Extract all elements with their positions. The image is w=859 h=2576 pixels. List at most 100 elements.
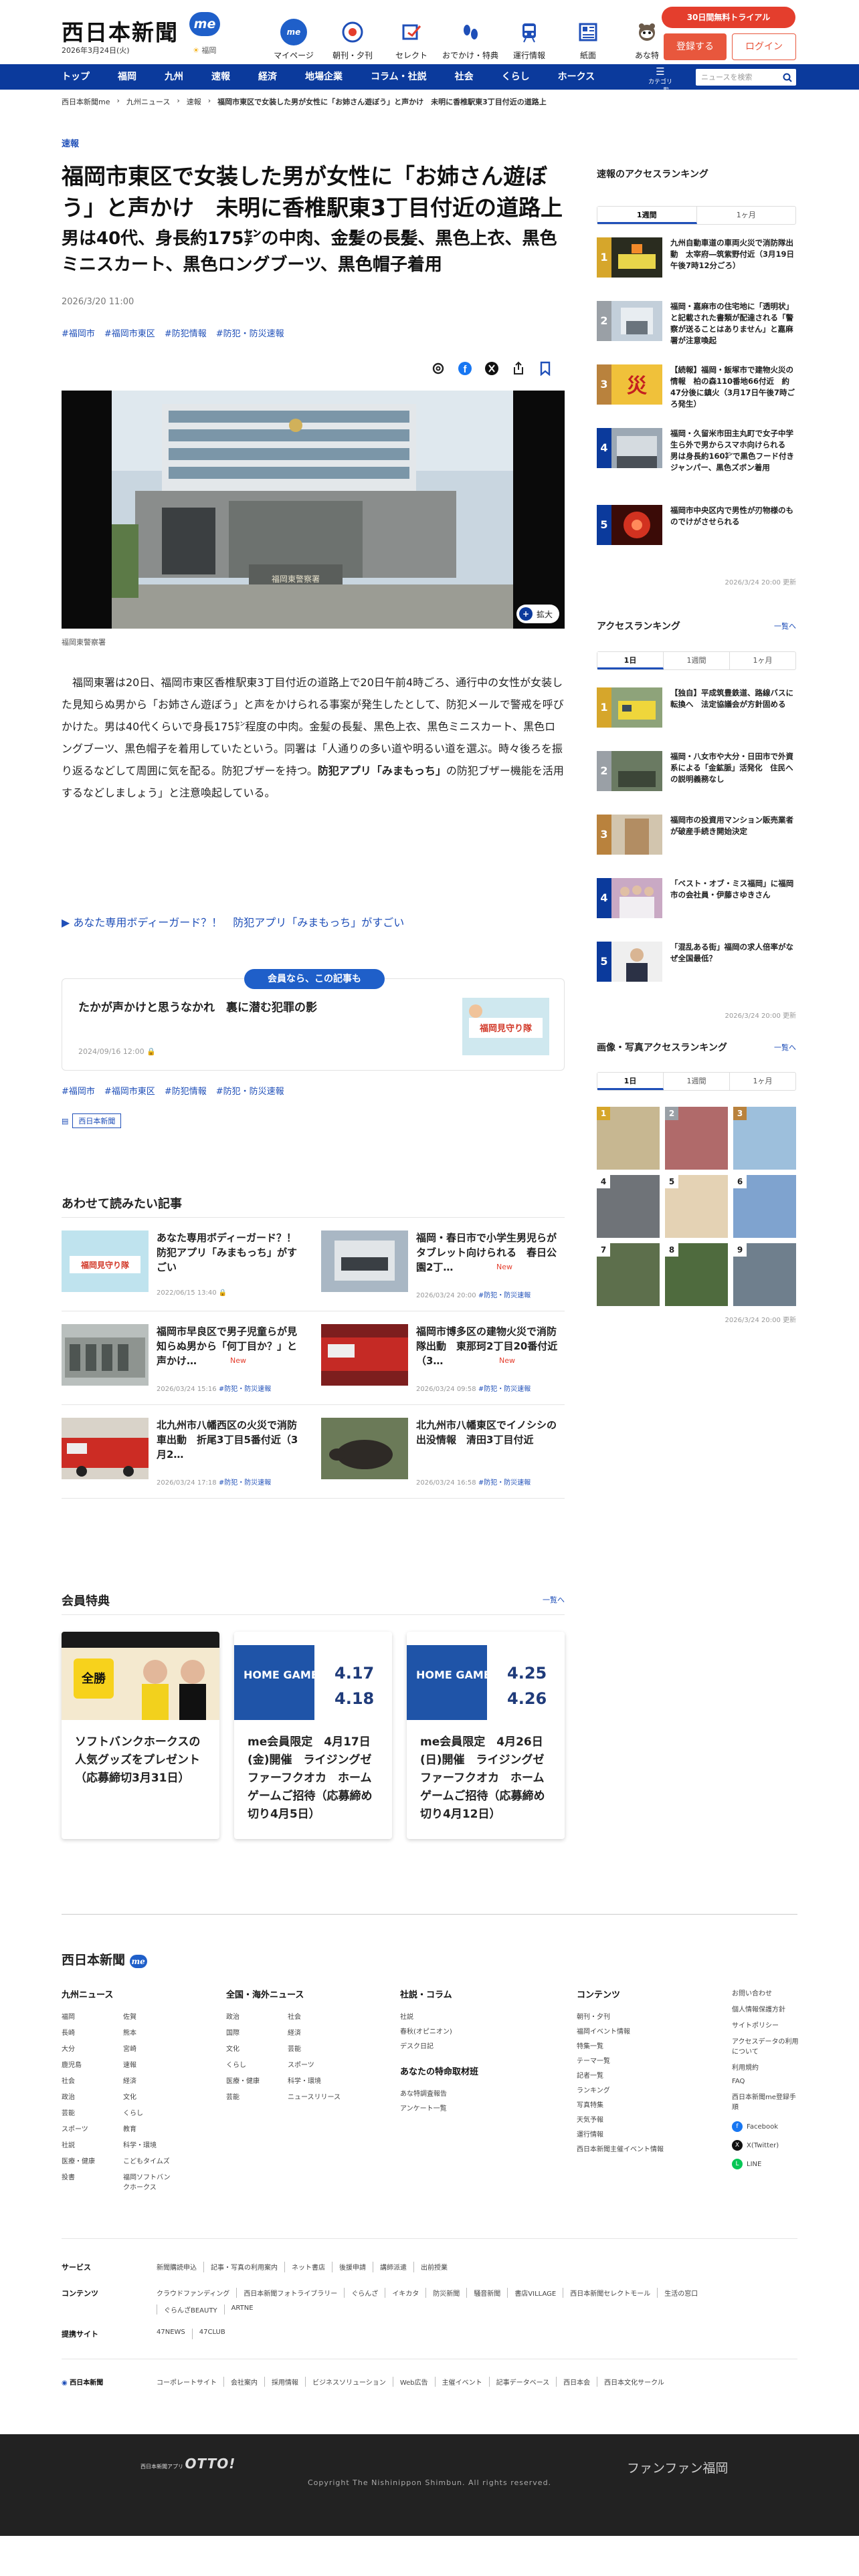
- footer-link[interactable]: アンケート一覧: [400, 2103, 478, 2117]
- footer-link[interactable]: 医療・健康: [226, 2075, 288, 2085]
- footer-partner-link[interactable]: 47NEWS: [157, 2329, 192, 2339]
- facebook-icon[interactable]: f: [458, 361, 472, 376]
- photo-tile[interactable]: 2: [665, 1107, 728, 1170]
- footer-link[interactable]: 宮崎: [123, 2043, 177, 2053]
- tab-week[interactable]: 1週間: [597, 207, 697, 224]
- footer-link[interactable]: くらし: [123, 2107, 177, 2117]
- ranking-item[interactable]: 5 「混乱ある街」福岡の求人倍率がなぜ全国最低？: [597, 942, 796, 990]
- tag-link[interactable]: #防犯・防災速報: [216, 326, 284, 339]
- tab-month[interactable]: 1ヶ月: [697, 207, 796, 224]
- related-item[interactable]: 北九州市八幡東区でイノシシの出没情報 清田3丁目付近 2026/03/24 16…: [321, 1418, 563, 1491]
- bookmark-icon[interactable]: [538, 361, 553, 376]
- footer-link[interactable]: こどもタイムズ: [123, 2155, 177, 2165]
- tag-link[interactable]: #防犯情報: [165, 1084, 207, 1097]
- tag-link[interactable]: #福岡市: [62, 1084, 95, 1097]
- threads-icon[interactable]: [431, 361, 446, 376]
- footer-link[interactable]: ランキング: [577, 2084, 664, 2099]
- photo-tile[interactable]: 7: [597, 1243, 660, 1306]
- footer-link[interactable]: 政治: [226, 2011, 288, 2021]
- footer-link[interactable]: 鹿児島: [62, 2059, 123, 2069]
- footer-content-link[interactable]: 書店VILLAGE: [507, 2288, 563, 2298]
- footer-link[interactable]: 科学・環境: [123, 2139, 177, 2149]
- crumb-home[interactable]: 西日本新聞me: [62, 96, 110, 107]
- footer-content-link[interactable]: 西日本新聞フォトライブラリー: [236, 2288, 344, 2298]
- login-button[interactable]: ログイン: [732, 33, 796, 60]
- footer-link[interactable]: お問い合わせ: [732, 1988, 799, 1998]
- footer-company-link[interactable]: コーポレートサイト: [157, 2377, 223, 2387]
- perk-card[interactable]: HOME GAME 4.17 4.18 me会員限定 4月17日(金)開催 ライジン…: [234, 1632, 392, 1839]
- footer-link[interactable]: 社会: [62, 2075, 123, 2085]
- footer-link[interactable]: サイトポリシー: [732, 2020, 799, 2030]
- ranking-item[interactable]: 3 災【続報】福岡・飯塚市で建物火災の情報 柏の森110番地66付近 約47分後に…: [597, 364, 796, 413]
- crumb-sokuho[interactable]: 速報: [187, 96, 201, 107]
- related-item[interactable]: 福岡市早良区で男子児童らが見知らぬ男から「何丁目か？」と声かけ… 2026/03…: [62, 1324, 304, 1398]
- footer-link[interactable]: 芸能: [288, 2043, 341, 2053]
- footer-link[interactable]: 福岡イベント情報: [577, 2026, 664, 2040]
- related-link[interactable]: ▶ あなた専用ボディーガード？！ 防犯アプリ「みまもっち」がすごい: [62, 914, 404, 930]
- ranking-item[interactable]: 2 福岡・嘉麻市の住宅地に「透明状」と記載された書類が配達される「警察が送ることは…: [597, 301, 796, 349]
- access-more-link[interactable]: 一覧へ: [774, 621, 796, 631]
- nav-shimen[interactable]: 紙面: [559, 19, 617, 61]
- footer-link[interactable]: 特集一覧: [577, 2040, 664, 2055]
- footer-company-link[interactable]: 西日本会: [556, 2377, 597, 2387]
- nav-hawks[interactable]: ホークス: [558, 64, 609, 90]
- footer-company-link[interactable]: 主催イベント: [434, 2377, 489, 2387]
- footer-content-link[interactable]: 西日本新聞セレクトモール: [563, 2288, 657, 2298]
- footer-link[interactable]: 記者一覧: [577, 2070, 664, 2084]
- tag-link[interactable]: #福岡市東区: [104, 326, 155, 339]
- perks-more-link[interactable]: 一覧へ: [543, 1594, 565, 1605]
- search-icon[interactable]: [783, 72, 792, 88]
- footer-service-link[interactable]: 新聞購読申込: [157, 2262, 203, 2272]
- nav-keizai[interactable]: 経済: [258, 64, 290, 90]
- ranking-item[interactable]: 1 【独自】平成筑豊鉄道、路線バスに転換へ 法定協議会が方針固める: [597, 687, 796, 736]
- nav-top[interactable]: トップ: [62, 64, 103, 90]
- footer-link[interactable]: テーマ一覧: [577, 2055, 664, 2070]
- footer-service-link[interactable]: 記事・写真の利用案内: [203, 2262, 284, 2272]
- footer-link[interactable]: 天気予報: [577, 2114, 664, 2129]
- ranking-item[interactable]: 2 福岡・八女市や大分・日田市で外資系による「金鉱脈」活発化 住民への説明義務なし: [597, 751, 796, 799]
- footer-link[interactable]: 長崎: [62, 2027, 123, 2037]
- trial-button[interactable]: 30日間無料トライアル: [662, 7, 795, 28]
- nav-transit[interactable]: 運行情報: [500, 19, 559, 61]
- otto-logo[interactable]: 西日本新聞アプリ OTTO!: [140, 2456, 235, 2472]
- footer-logo[interactable]: 西日本新聞 me: [62, 1950, 147, 1968]
- nav-odekake[interactable]: おでかけ・特典: [441, 19, 500, 61]
- footer-link[interactable]: 西日本新聞me登録手順: [732, 2091, 799, 2111]
- facebook-link[interactable]: f Facebook: [732, 2117, 799, 2136]
- photo-tile[interactable]: 3: [733, 1107, 796, 1170]
- site-logo[interactable]: 西日本新聞: [62, 15, 179, 47]
- footer-service-link[interactable]: 講師派遣: [373, 2262, 413, 2272]
- nav-kurashi[interactable]: くらし: [502, 64, 543, 90]
- tab-day[interactable]: 1日: [597, 1073, 664, 1090]
- company-logo[interactable]: ◉ 西日本新聞: [62, 2377, 157, 2387]
- photo-tile[interactable]: 4: [597, 1175, 660, 1238]
- x-link[interactable]: X X(Twitter): [732, 2136, 799, 2155]
- zoom-button[interactable]: + 拡大: [516, 605, 559, 623]
- ranking-item[interactable]: 4 「ベスト・オブ・ミス福岡」に福岡市の会社員・伊藤さゆきさん: [597, 878, 796, 926]
- footer-company-link[interactable]: 会社案内: [223, 2377, 264, 2387]
- related-item[interactable]: 福岡見守り隊 あなた専用ボディーガード？！ 防犯アプリ「みまもっち」がすごい 2…: [62, 1230, 306, 1304]
- footer-link[interactable]: FAQ: [732, 2078, 799, 2085]
- footer-content-link[interactable]: イキカタ: [385, 2288, 425, 2298]
- photo-tile[interactable]: 9: [733, 1243, 796, 1306]
- tab-month[interactable]: 1ヶ月: [730, 1073, 795, 1090]
- ranking-item[interactable]: 4 福岡・久留米市田主丸町で女子中学生ら外で男からスマホ向けられる 男は身長約16…: [597, 428, 796, 476]
- upload-share-icon[interactable]: [511, 361, 526, 376]
- nav-kyushu[interactable]: 九州: [165, 64, 197, 90]
- related-item[interactable]: 福岡市博多区の建物火災で消防隊出動 東那珂2丁目20番付近（3… 2026/03…: [321, 1324, 563, 1398]
- photo-tile[interactable]: 1: [597, 1107, 660, 1170]
- perk-card[interactable]: 全勝 ソフトバンクホークスの人気グッズをプレゼント（応募締切3月31日）: [62, 1632, 219, 1839]
- footer-link[interactable]: 医療・健康: [62, 2155, 123, 2165]
- footer-link[interactable]: 利用規約: [732, 2062, 799, 2072]
- member-card-title[interactable]: たかが声かけと思うなかれ 裏に潜む犯罪の影: [78, 998, 317, 1014]
- ranking-item[interactable]: 5 福岡市中央区内で男性が刃物様のものでけがさせられる: [597, 505, 796, 553]
- register-button[interactable]: 登録する: [664, 33, 727, 60]
- footer-link[interactable]: 熊本: [123, 2027, 177, 2037]
- footer-link[interactable]: スポーツ: [62, 2123, 123, 2133]
- ranking-item[interactable]: 3 福岡市の投資用マンション販売業者が破産手続き開始決定: [597, 815, 796, 863]
- footer-company-link[interactable]: Web広告: [392, 2377, 435, 2387]
- footer-link[interactable]: 国際: [226, 2027, 288, 2037]
- footer-link[interactable]: 芸能: [226, 2091, 288, 2101]
- footer-link[interactable]: 経済: [123, 2075, 177, 2085]
- footer-link[interactable]: 佐賀: [123, 2011, 177, 2021]
